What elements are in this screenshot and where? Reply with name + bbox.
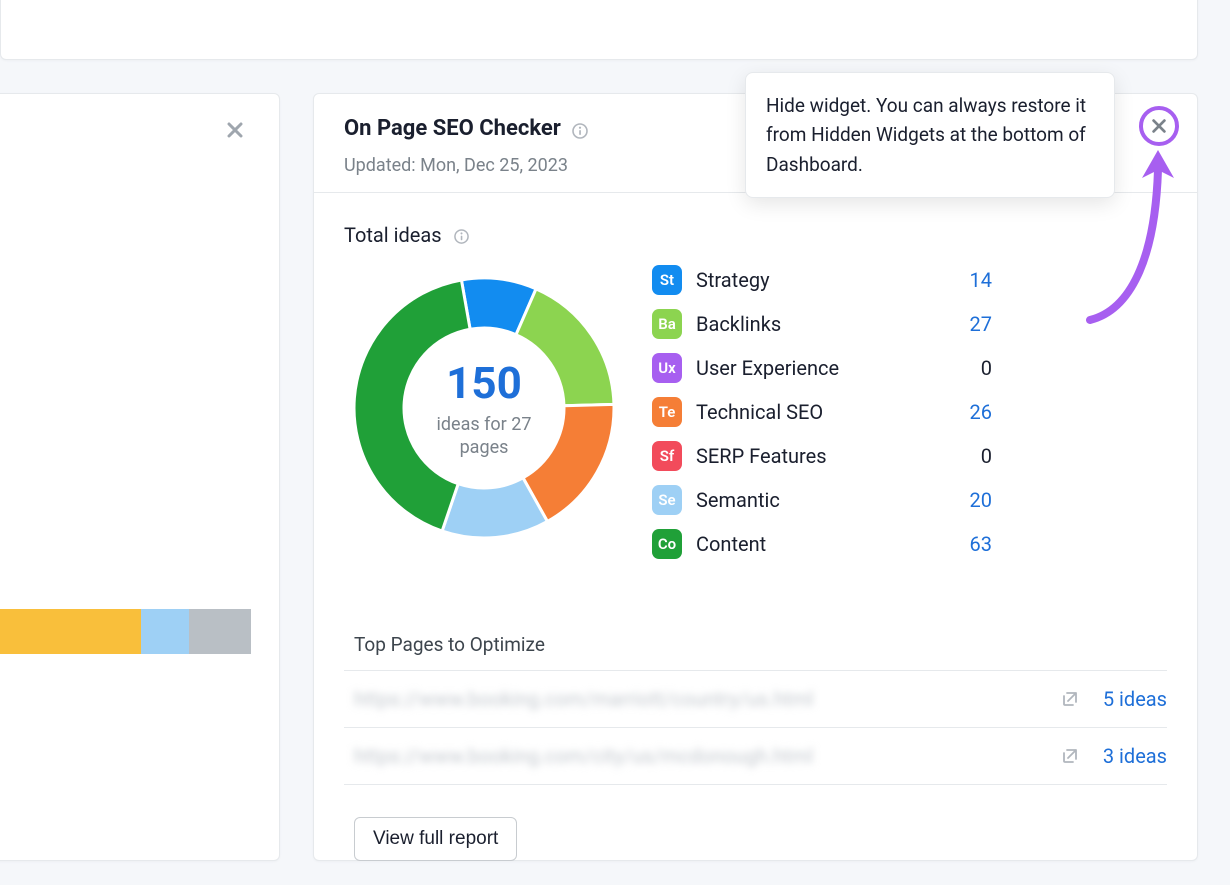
view-full-report-button[interactable]: View full report	[354, 817, 517, 861]
close-icon[interactable]	[225, 120, 245, 140]
donut-value: 150	[446, 357, 522, 409]
legend-badge: Te	[652, 397, 682, 427]
legend-value: 0	[952, 356, 992, 380]
top-pages-title: Top Pages to Optimize	[344, 627, 1167, 671]
page-url[interactable]: https://www.booking.com/city/us/mcdonoug…	[354, 744, 1053, 768]
totals-row: 150 ideas for 27 pages St Strategy 14 Ba Bac…	[344, 257, 1167, 559]
left-partial-card	[0, 93, 280, 861]
legend-badge: Ba	[652, 309, 682, 339]
page-row[interactable]: https://www.booking.com/marriott/country…	[344, 671, 1167, 728]
total-ideas-text: Total ideas	[344, 223, 442, 247]
bar-segment-blue	[141, 609, 189, 654]
legend-value[interactable]: 26	[952, 400, 992, 424]
info-icon[interactable]	[453, 228, 471, 246]
legend-row-content[interactable]: Co Content 63	[652, 529, 992, 559]
legend-row-semantic[interactable]: Se Semantic 20	[652, 485, 992, 515]
legend-name: Strategy	[696, 268, 938, 292]
hide-widget-button[interactable]	[1139, 106, 1179, 146]
pages-list: https://www.booking.com/marriott/country…	[344, 671, 1167, 785]
seo-checker-widget: On Page SEO Checker Updated: Mon, Dec 25…	[313, 93, 1198, 861]
legend-name: Content	[696, 532, 938, 556]
legend-name: Technical SEO	[696, 400, 938, 424]
legend-badge: Ux	[652, 353, 682, 383]
legend-row-strategy[interactable]: St Strategy 14	[652, 265, 992, 295]
page-ideas-link[interactable]: 3 ideas	[1103, 744, 1167, 768]
legend-value[interactable]: 27	[952, 312, 992, 336]
legend-name: SERP Features	[696, 444, 938, 468]
legend-badge: Se	[652, 485, 682, 515]
legend-badge: Co	[652, 529, 682, 559]
donut-center: 150 ideas for 27 pages	[344, 268, 624, 548]
page-ideas-link[interactable]: 5 ideas	[1103, 687, 1167, 711]
legend-row-technical-seo[interactable]: Te Technical SEO 26	[652, 397, 992, 427]
hide-widget-tooltip: Hide widget. You can always restore it f…	[745, 72, 1115, 198]
bar-segment-yellow	[0, 609, 141, 654]
info-icon[interactable]	[571, 122, 589, 140]
legend-name: Backlinks	[696, 312, 938, 336]
legend-badge: Sf	[652, 441, 682, 471]
legend-name: User Experience	[696, 356, 938, 380]
page-url[interactable]: https://www.booking.com/marriott/country…	[354, 687, 1053, 711]
ideas-legend: St Strategy 14 Ba Backlinks 27 Ux User Experien…	[652, 257, 992, 559]
external-link-icon[interactable]	[1061, 690, 1079, 708]
page-row[interactable]: https://www.booking.com/city/us/mcdonoug…	[344, 728, 1167, 785]
legend-row-serp-features[interactable]: Sf SERP Features 0	[652, 441, 992, 471]
legend-value: 0	[952, 444, 992, 468]
total-ideas-label: Total ideas	[344, 223, 1167, 247]
legend-name: Semantic	[696, 488, 938, 512]
legend-row-user-experience[interactable]: Ux User Experience 0	[652, 353, 992, 383]
widget-body: Total ideas 150 ideas for 27 pages St Str…	[314, 193, 1197, 583]
legend-value[interactable]: 14	[952, 268, 992, 292]
legend-badge: St	[652, 265, 682, 295]
bar-segment-gray	[189, 609, 251, 654]
widget-title: On Page SEO Checker	[344, 116, 561, 141]
legend-value[interactable]: 63	[952, 532, 992, 556]
donut-chart: 150 ideas for 27 pages	[344, 268, 624, 548]
left-bar-chart	[0, 609, 251, 654]
donut-subtext: ideas for 27 pages	[414, 413, 554, 460]
top-pages-section: Top Pages to Optimize https://www.bookin…	[314, 627, 1197, 785]
external-link-icon[interactable]	[1061, 747, 1079, 765]
legend-value[interactable]: 20	[952, 488, 992, 512]
legend-row-backlinks[interactable]: Ba Backlinks 27	[652, 309, 992, 339]
top-partial-card	[0, 0, 1198, 60]
